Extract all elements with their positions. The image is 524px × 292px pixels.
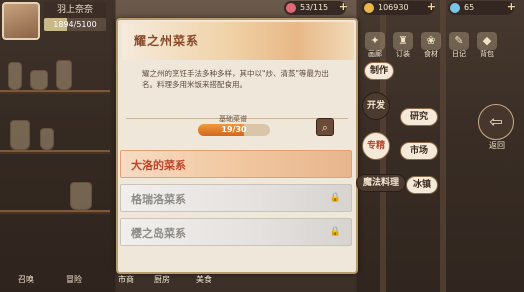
panel-title: 耀之州菜系	[134, 34, 200, 48]
menu-outfit-label: 订装	[396, 50, 410, 58]
add-coin-button[interactable]: +	[427, 0, 436, 14]
player-name: 羽上奈奈	[44, 2, 106, 18]
bottom-kitchen[interactable]: 厨房	[154, 274, 170, 290]
bottom-summon[interactable]: 召唤	[18, 274, 34, 290]
basic-recipes-label: 基础菜谱	[219, 115, 247, 123]
coin-counter: 106930 +	[362, 0, 436, 15]
jar	[56, 60, 72, 90]
chill-button[interactable]: 冰镇	[406, 176, 438, 194]
cuisine-item-dalo[interactable]: 大洛的菜系	[120, 150, 352, 178]
jar	[70, 182, 92, 210]
cuisine-label: 樱之岛菜系	[131, 227, 186, 240]
menu-bag[interactable]: ◆ 背包	[476, 32, 498, 58]
research-button[interactable]: 研究	[400, 108, 438, 126]
recipe-progress-text: 19/30	[221, 125, 247, 134]
gallery-icon: ✦	[365, 32, 385, 50]
bottom-food[interactable]: 美食	[196, 274, 212, 290]
player-avatar[interactable]	[2, 2, 40, 40]
make-button[interactable]: 制作	[364, 62, 394, 80]
diamond-counter: 65 +	[448, 0, 516, 15]
outfit-icon: ♜	[393, 32, 413, 50]
bottom-shop[interactable]: 市商	[118, 274, 134, 290]
add-stamina-button[interactable]: +	[339, 0, 348, 14]
shelf	[0, 150, 110, 154]
cuisine-item-grelo[interactable]: 格瑞洛菜系 🔒	[120, 184, 352, 212]
heart-icon	[286, 3, 296, 13]
search-button[interactable]: ⌕	[316, 118, 334, 136]
diary-icon: ✎	[449, 32, 469, 50]
menu-ingredients-label: 食材	[424, 50, 438, 58]
cuisine-label: 格瑞洛菜系	[131, 193, 186, 206]
cuisine-description: 耀之州的烹饪手法多种多样，其中以"炒、清蒸"等最为出名。料理多用米饭来搭配食用。	[142, 69, 329, 89]
recipe-progress-bar: 19/30	[198, 124, 270, 136]
menu-ingredients[interactable]: ❀ 食材	[420, 32, 442, 58]
jar	[30, 70, 48, 90]
player-exp-bar: 1894/5100	[44, 18, 106, 31]
menu-gallery-label: 画廊	[368, 50, 382, 58]
develop-button[interactable]: 开发	[362, 92, 390, 120]
menu-outfit[interactable]: ♜ 订装	[392, 32, 414, 58]
bottom-adventure[interactable]: 冒险	[66, 274, 82, 290]
menu-gallery[interactable]: ✦ 画廊	[364, 32, 386, 58]
back-button[interactable]: ⇦	[478, 104, 514, 140]
magic-cooking-button[interactable]: 魔法料理	[356, 174, 406, 192]
bag-icon: ◆	[477, 32, 497, 50]
back-label: 返回	[489, 141, 505, 150]
diamond-value: 65	[464, 3, 475, 12]
ingredients-icon: ❀	[421, 32, 441, 50]
cuisine-item-sakura[interactable]: 樱之岛菜系 🔒	[120, 218, 352, 246]
shelf	[0, 90, 110, 94]
lock-icon: 🔒	[329, 227, 341, 237]
stamina-counter: 53/115 +	[284, 0, 348, 15]
menu-bag-label: 背包	[480, 50, 494, 58]
special-button[interactable]: 专精	[362, 132, 390, 160]
player-exp-text: 1894/5100	[53, 20, 97, 29]
shelf	[0, 210, 110, 214]
jar	[10, 120, 30, 150]
menu-diary-label: 日记	[452, 50, 466, 58]
cuisine-label: 大洛的菜系	[131, 159, 186, 172]
menu-diary[interactable]: ✎ 日记	[448, 32, 470, 58]
jar	[8, 62, 22, 90]
market-button[interactable]: 市场	[400, 142, 438, 160]
jar	[40, 128, 54, 150]
add-diamond-button[interactable]: +	[507, 0, 516, 14]
stamina-value: 53/115	[300, 3, 329, 12]
coin-value: 106930	[378, 3, 409, 12]
diamond-icon	[450, 3, 460, 13]
coin-icon	[364, 3, 374, 13]
panel-header-banner: 耀之州菜系	[122, 22, 354, 60]
lock-icon: 🔒	[329, 193, 341, 203]
